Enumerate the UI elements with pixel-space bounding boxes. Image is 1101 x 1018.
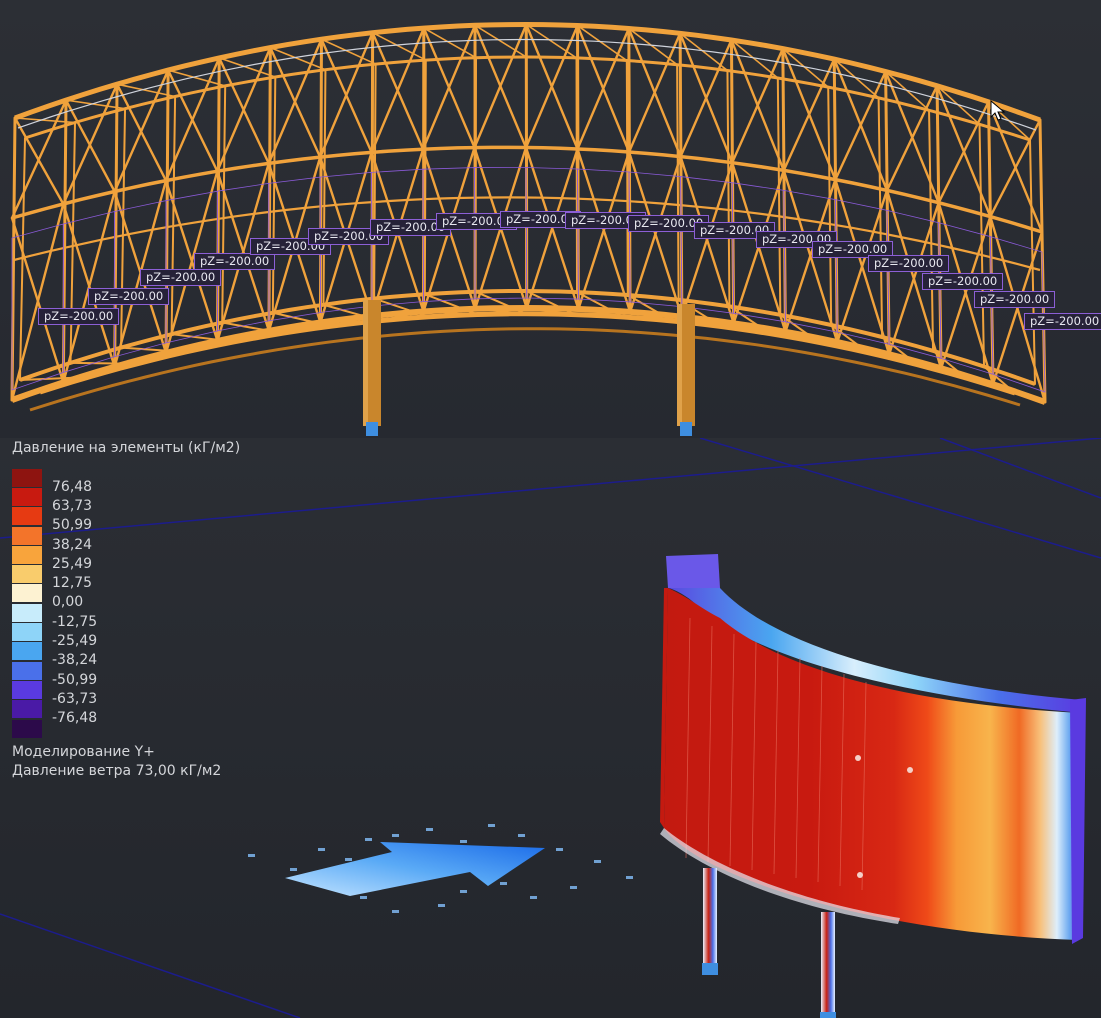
legend-row: 0,00 [12, 584, 240, 610]
load-label[interactable]: pZ=-200.00 [140, 269, 222, 286]
viewport: pZ=-200.00 pZ=-200.00 pZ=-200.00 pZ=-200.00… [0, 0, 1101, 1018]
wind-direction-arrow [248, 824, 633, 913]
legend-value: 38,24 [52, 536, 93, 553]
load-label[interactable]: pZ=-200.00 [194, 253, 276, 270]
legend-row: -63,73 [12, 680, 240, 707]
truss-model-view[interactable]: pZ=-200.00 pZ=-200.00 pZ=-200.00 pZ=-200.00… [0, 0, 1101, 438]
pressure-result-view[interactable]: Давление на элементы (кГ/м2) 76,48 63,73 5… [0, 438, 1101, 1018]
legend-row: 63,73 [12, 487, 240, 514]
legend-swatch [12, 700, 42, 719]
legend-value: -50,99 [52, 671, 98, 688]
legend-value: 25,49 [52, 555, 93, 572]
load-label[interactable]: pZ=-200.00 [38, 308, 120, 325]
legend-title: Давление на элементы (кГ/м2) [12, 440, 241, 456]
legend-value: -12,75 [52, 613, 98, 630]
legend-row: 50,99 [12, 507, 240, 533]
load-label[interactable]: pZ=-200.00 [1024, 313, 1101, 330]
load-label[interactable]: pZ=-200.00 [974, 291, 1056, 308]
legend-row: 12,75 [12, 564, 240, 591]
legend-swatch [12, 680, 42, 699]
load-label[interactable]: pZ=-200.00 [922, 273, 1004, 290]
legend-swatch [12, 719, 42, 738]
legend-row: 76,48 [12, 468, 240, 495]
wall-shell [660, 554, 1086, 944]
legend-swatch [12, 545, 42, 564]
legend-value: -25,49 [52, 633, 98, 650]
legend-swatch [12, 526, 42, 545]
legend-value: -76,48 [52, 710, 98, 727]
legend-row: -76,48 [12, 700, 240, 726]
pressure-legend: Давление на элементы (кГ/м2) 76,48 63,73 5… [12, 438, 240, 738]
legend-swatch [12, 565, 42, 584]
legend-row: 38,24 [12, 526, 240, 553]
legend-swatch [12, 603, 42, 622]
legend-value: 63,73 [52, 497, 93, 514]
mouse-cursor-icon [990, 100, 1006, 121]
legend-row: -12,75 [12, 603, 240, 630]
legend-row: 25,49 [12, 545, 240, 572]
legend-value: 50,99 [52, 517, 93, 534]
legend-row: -50,99 [12, 661, 240, 688]
wind-pressure: Давление ветра 73,00 кГ/м2 [12, 763, 222, 779]
legend-swatch [12, 661, 42, 680]
legend-swatch [12, 468, 42, 487]
legend-value: 0,00 [52, 594, 84, 611]
legend-row: -38,24 [12, 642, 240, 668]
legend-value: -63,73 [52, 690, 98, 707]
legend-swatch [12, 623, 42, 642]
legend-value: 76,48 [52, 478, 93, 495]
simulation-info: Моделирование Y+ Давление ветра 73,00 кГ… [12, 743, 221, 781]
legend-scale: 76,48 63,73 50,99 38,24 25,49 12,75 0,00 -12,75… [12, 468, 240, 738]
legend-swatch [12, 584, 42, 603]
legend-row: -25,49 [12, 622, 240, 649]
legend-row [12, 719, 240, 738]
legend-swatch [12, 487, 42, 506]
legend-swatch [12, 507, 42, 526]
simulation-mode: Моделирование Y+ [12, 744, 155, 760]
legend-value: -38,24 [52, 652, 98, 669]
load-label[interactable]: pZ=-200.00 [88, 288, 170, 305]
legend-swatch [12, 642, 42, 661]
legend-value: 12,75 [52, 575, 93, 592]
load-label[interactable]: pZ=-200.00 [868, 255, 950, 272]
